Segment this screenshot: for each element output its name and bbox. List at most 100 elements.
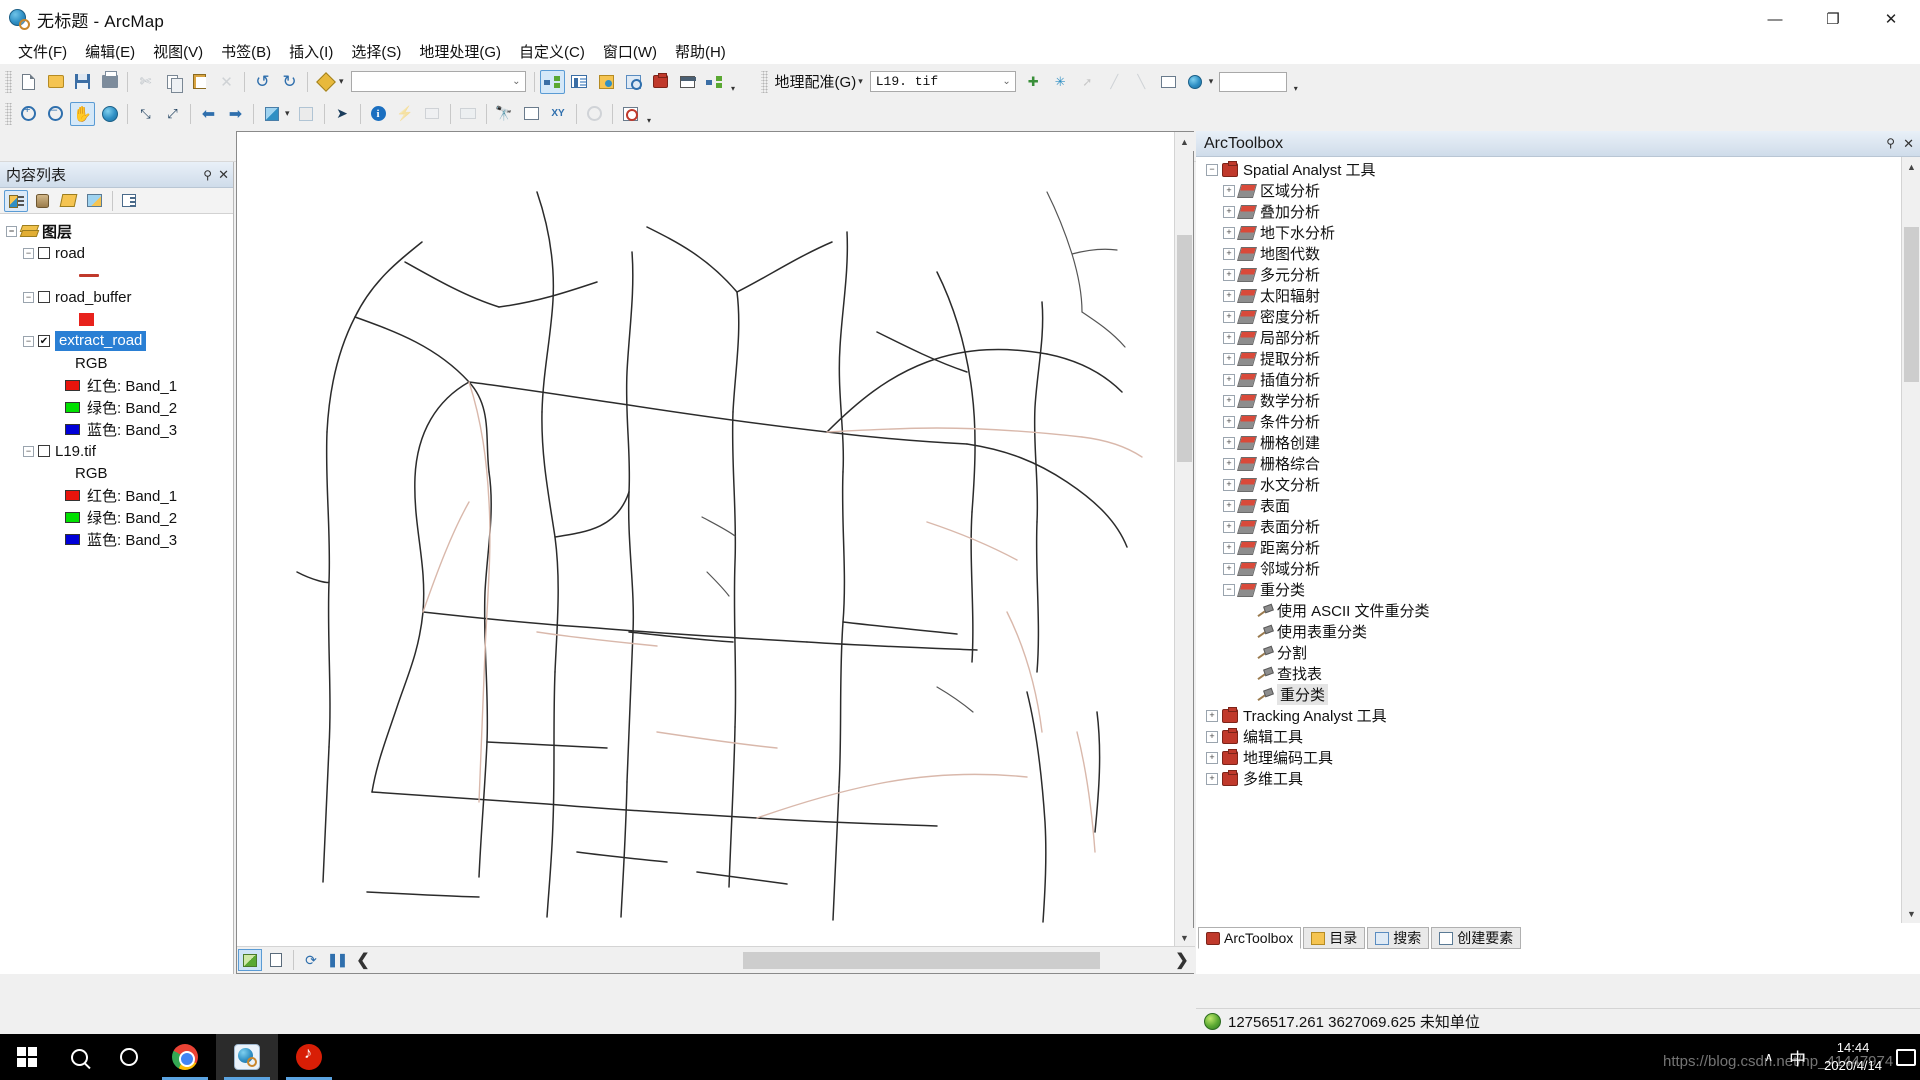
expander-icon[interactable]: −: [23, 445, 34, 457]
toc-row[interactable]: 蓝色: Band_3: [0, 528, 233, 550]
horizontal-scroll-thumb[interactable]: [743, 951, 1100, 969]
taskbar-search-button[interactable]: [54, 1034, 104, 1080]
python-window-button[interactable]: [675, 70, 700, 94]
undo-button[interactable]: ↺: [250, 70, 275, 94]
toolbar-overflow-icon[interactable]: ▾: [728, 71, 739, 93]
expander-icon[interactable]: +: [1223, 373, 1235, 386]
toolbox-row[interactable]: + 局部分析: [1196, 327, 1901, 348]
tab-搜索[interactable]: 搜索: [1367, 927, 1430, 949]
map-vertical-scrollbar[interactable]: ▲ ▼: [1174, 132, 1194, 947]
toolbox-row[interactable]: + 叠加分析: [1196, 201, 1901, 222]
toolbox-row[interactable]: + 水文分析: [1196, 474, 1901, 495]
redo-button[interactable]: ↻: [277, 70, 302, 94]
expander-icon[interactable]: +: [1223, 457, 1235, 470]
pan-button[interactable]: ✋: [70, 101, 95, 126]
tray-expand-icon[interactable]: ∧: [1756, 1050, 1781, 1064]
delete-link-button[interactable]: ╱: [1102, 70, 1127, 94]
html-popup-button[interactable]: [420, 102, 445, 126]
chip-green-swatch[interactable]: [65, 401, 80, 413]
expander-icon[interactable]: +: [1206, 772, 1218, 785]
zoom-link-button[interactable]: ╲: [1129, 70, 1154, 94]
hyperlink-button[interactable]: ⚡: [393, 102, 418, 126]
list-by-drawing-order-button[interactable]: [4, 189, 28, 212]
notifications-icon[interactable]: [1896, 1048, 1916, 1066]
scroll-right-icon[interactable]: ❯: [1170, 949, 1194, 971]
toc-row[interactable]: 绿色: Band_2: [0, 506, 233, 528]
catalog-button[interactable]: [594, 70, 619, 94]
expander-icon[interactable]: −: [23, 335, 34, 347]
print-button[interactable]: [97, 70, 122, 94]
delete-button[interactable]: ✕: [214, 70, 239, 94]
measure-button[interactable]: [456, 102, 481, 126]
toc-row[interactable]: − road: [0, 242, 233, 264]
menu-view[interactable]: 视图(V): [144, 39, 212, 64]
zoom-in-button[interactable]: [16, 102, 41, 126]
add-data-button[interactable]: [313, 70, 338, 94]
arctoolbox-button[interactable]: [648, 70, 673, 94]
expander-icon[interactable]: +: [1223, 415, 1235, 428]
expander-icon[interactable]: −: [6, 225, 17, 237]
tools-overflow-icon[interactable]: ▾: [644, 103, 655, 125]
cortana-button[interactable]: [104, 1034, 154, 1080]
expander-icon[interactable]: +: [1223, 541, 1235, 554]
tab-ArcToolbox[interactable]: ArcToolbox: [1198, 927, 1302, 949]
square-symbol-red[interactable]: [79, 312, 94, 326]
toolbox-row[interactable]: + 栅格综合: [1196, 453, 1901, 474]
pin-icon[interactable]: ⚲: [1886, 136, 1895, 152]
expander-icon[interactable]: +: [1223, 310, 1235, 323]
toolbox-row[interactable]: − Spatial Analyst 工具: [1196, 159, 1901, 180]
list-by-source-button[interactable]: [30, 190, 54, 212]
arctoolbox-scrollbar[interactable]: ▲ ▼: [1901, 157, 1920, 923]
toolbox-row[interactable]: + 多维工具: [1196, 768, 1901, 789]
toolbox-row[interactable]: + 距离分析: [1196, 537, 1901, 558]
cut-button[interactable]: ✄: [133, 70, 158, 94]
add-data-dropdown-icon[interactable]: ▾: [339, 76, 344, 87]
toolbox-row[interactable]: + 区域分析: [1196, 180, 1901, 201]
toc-row[interactable]: 红色: Band_1: [0, 484, 233, 506]
layer-visibility-checkbox[interactable]: ✔: [38, 335, 50, 347]
menu-edit[interactable]: 编辑(E): [76, 39, 144, 64]
scroll-down-icon[interactable]: ▼: [1902, 904, 1920, 923]
maximize-button[interactable]: ❐: [1804, 0, 1862, 38]
menu-file[interactable]: 文件(F): [9, 39, 76, 64]
chip-green-swatch[interactable]: [65, 511, 80, 523]
menu-window[interactable]: 窗口(W): [594, 39, 666, 64]
menu-selection[interactable]: 选择(S): [342, 39, 410, 64]
copy-button[interactable]: [160, 70, 185, 94]
chip-red-swatch[interactable]: [65, 489, 80, 501]
open-document-button[interactable]: [43, 70, 68, 94]
toc-row[interactable]: [0, 308, 233, 330]
layout-view-button[interactable]: [264, 949, 288, 971]
save-button[interactable]: [70, 70, 95, 94]
find-route-button[interactable]: [519, 102, 544, 126]
horizontal-scroll-track[interactable]: [378, 951, 1167, 969]
auto-register-button[interactable]: ✳: [1048, 70, 1073, 94]
add-control-points-button[interactable]: ✚: [1021, 70, 1046, 94]
menu-bookmarks[interactable]: 书签(B): [212, 39, 280, 64]
menu-customize[interactable]: 自定义(C): [510, 39, 594, 64]
toc-row[interactable]: 红色: Band_1: [0, 374, 233, 396]
close-icon[interactable]: ✕: [1903, 136, 1914, 152]
toc-row[interactable]: RGB: [0, 352, 233, 374]
select-features-button[interactable]: [259, 102, 284, 126]
layer-visibility-checkbox[interactable]: [38, 291, 50, 303]
toolbox-row[interactable]: + 地下水分析: [1196, 222, 1901, 243]
arctoolbox-tree[interactable]: − Spatial Analyst 工具 + 区域分析 + 叠加分析 + 地下水分析 + 地图代数…: [1196, 157, 1901, 923]
close-icon[interactable]: ✕: [218, 167, 229, 183]
menu-help[interactable]: 帮助(H): [666, 39, 735, 64]
identify-button[interactable]: i: [366, 102, 391, 126]
taskbar-app-chrome[interactable]: [154, 1034, 216, 1080]
toolbox-row[interactable]: + 数学分析: [1196, 390, 1901, 411]
toolbox-row[interactable]: + 多元分析: [1196, 264, 1901, 285]
scroll-down-icon[interactable]: ▼: [1175, 928, 1194, 947]
go-back-extent-button[interactable]: ⬅: [196, 102, 221, 126]
chip-red-swatch[interactable]: [65, 379, 80, 391]
chip-blue-swatch[interactable]: [65, 533, 80, 545]
expander-icon[interactable]: −: [1223, 583, 1235, 596]
toolbox-row[interactable]: + 地理编码工具: [1196, 747, 1901, 768]
expander-icon[interactable]: +: [1206, 709, 1218, 722]
toolbox-row[interactable]: 使用表重分类: [1196, 621, 1901, 642]
close-button[interactable]: ✕: [1862, 0, 1920, 38]
toolbox-row[interactable]: 使用 ASCII 文件重分类: [1196, 600, 1901, 621]
go-to-xy-button[interactable]: XY: [546, 102, 571, 126]
